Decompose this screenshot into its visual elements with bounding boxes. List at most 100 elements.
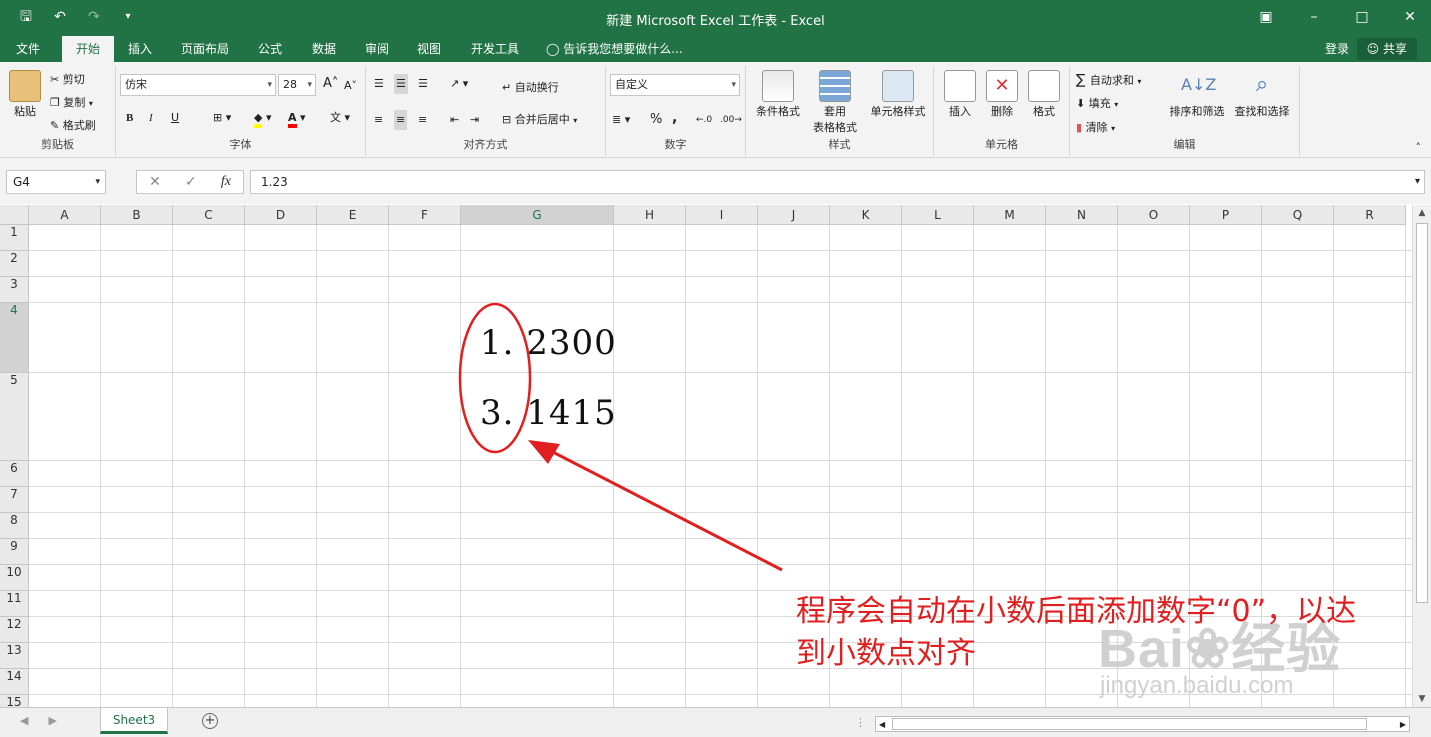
share-button[interactable]: ☺ 共享 <box>1356 38 1417 60</box>
prev-sheet-icon[interactable]: ◀ <box>20 714 28 727</box>
merge-center-button[interactable]: ⊟ 合并后居中 ▾ <box>502 112 577 129</box>
cell-g5[interactable]: 3. 1415 <box>480 393 617 433</box>
insert-cells-button[interactable]: 插入 <box>940 70 980 120</box>
tab-formulas[interactable]: 公式 <box>244 36 296 62</box>
column-header-j[interactable]: J <box>758 205 830 225</box>
horizontal-scroll-thumb[interactable] <box>892 718 1367 730</box>
italic-button[interactable]: I <box>149 110 153 126</box>
formula-input[interactable]: 1.23 ▾ <box>250 170 1425 194</box>
copy-button[interactable]: ❐ 复制 ▾ <box>50 95 93 112</box>
shrink-font-icon[interactable]: A˅ <box>344 78 357 94</box>
align-middle-icon[interactable]: ☰ <box>394 74 408 94</box>
indent-decrease-icon[interactable]: ⇤ <box>450 112 459 128</box>
column-header-d[interactable]: D <box>245 205 317 225</box>
row-header-5[interactable]: 5 <box>0 373 29 461</box>
tell-me-search[interactable]: ◯ 告诉我您想要做什么... <box>546 36 683 62</box>
close-icon[interactable]: ✕ <box>1399 6 1421 28</box>
increase-decimal-icon[interactable]: ←.0 <box>696 112 712 128</box>
percent-button[interactable]: % <box>650 112 662 128</box>
comma-button[interactable]: , <box>672 110 677 126</box>
column-header-g[interactable]: G <box>461 205 614 225</box>
cell-g4[interactable]: 1. 2300 <box>480 323 617 363</box>
format-painter-button[interactable]: ✎ 格式刷 <box>50 118 96 134</box>
column-header-i[interactable]: I <box>686 205 758 225</box>
wrap-text-button[interactable]: ↵ 自动换行 <box>502 80 559 96</box>
tab-file[interactable]: 文件 <box>2 36 54 62</box>
indent-increase-icon[interactable]: ⇥ <box>470 112 479 128</box>
cell-styles-button[interactable]: 单元格样式 <box>866 70 930 120</box>
tab-page-layout[interactable]: 页面布局 <box>167 36 243 62</box>
format-as-table-button[interactable]: 套用 表格格式 <box>808 70 862 136</box>
align-right-icon[interactable]: ≡ <box>418 112 427 128</box>
scroll-down-icon[interactable]: ▼ <box>1413 691 1431 707</box>
accounting-format-icon[interactable]: ≣ ▾ <box>612 112 630 128</box>
fill-color-icon[interactable]: ◆ ▾ <box>254 110 272 128</box>
tab-home[interactable]: 开始 <box>62 36 115 62</box>
phonetic-icon[interactable]: 文 ▾ <box>330 110 350 126</box>
font-name-select[interactable]: 仿宋 ▾ <box>120 74 276 96</box>
find-select-button[interactable]: ⌕ 查找和选择 <box>1230 70 1294 120</box>
tab-insert[interactable]: 插入 <box>114 36 166 62</box>
number-format-select[interactable]: 自定义 ▾ <box>610 74 740 96</box>
cancel-icon[interactable]: ✕ <box>149 174 161 190</box>
vertical-scroll-thumb[interactable] <box>1416 223 1428 603</box>
check-icon[interactable]: ✓ <box>185 174 197 190</box>
collapse-ribbon-icon[interactable]: ˄ <box>1416 140 1422 156</box>
column-header-o[interactable]: O <box>1118 205 1190 225</box>
column-header-a[interactable]: A <box>29 205 101 225</box>
column-header-e[interactable]: E <box>317 205 389 225</box>
name-box[interactable]: G4 ▾ <box>6 170 106 194</box>
align-top-icon[interactable]: ☰ <box>374 76 384 92</box>
column-header-h[interactable]: H <box>614 205 686 225</box>
conditional-format-button[interactable]: 条件格式 <box>750 70 806 120</box>
horizontal-scrollbar[interactable]: ◀ ▶ <box>875 716 1410 732</box>
column-header-b[interactable]: B <box>101 205 173 225</box>
underline-button[interactable]: U <box>171 110 179 126</box>
column-header-k[interactable]: K <box>830 205 902 225</box>
column-header-p[interactable]: P <box>1190 205 1262 225</box>
ribbon-display-icon[interactable]: ▣ <box>1255 6 1277 28</box>
scroll-left-icon[interactable]: ◀ <box>879 717 885 733</box>
column-header-q[interactable]: Q <box>1262 205 1334 225</box>
orientation-icon[interactable]: ↗ ▾ <box>450 76 468 92</box>
column-header-m[interactable]: M <box>974 205 1046 225</box>
tab-split-handle[interactable]: ⋮ <box>855 715 866 731</box>
grow-font-icon[interactable]: A˄ <box>323 76 338 92</box>
tab-view[interactable]: 视图 <box>403 36 455 62</box>
column-header-c[interactable]: C <box>173 205 245 225</box>
clear-button[interactable]: ▮ 清除 ▾ <box>1076 120 1115 137</box>
font-color-icon[interactable]: A ▾ <box>288 110 306 128</box>
minimize-icon[interactable]: – <box>1303 6 1325 28</box>
column-header-r[interactable]: R <box>1334 205 1406 225</box>
tab-data[interactable]: 数据 <box>298 36 350 62</box>
scroll-right-icon[interactable]: ▶ <box>1400 717 1406 733</box>
column-header-l[interactable]: L <box>902 205 974 225</box>
decrease-decimal-icon[interactable]: .00→ <box>720 112 742 128</box>
bold-button[interactable]: B <box>126 110 133 126</box>
borders-icon[interactable]: ⊞ ▾ <box>213 110 231 126</box>
delete-cells-button[interactable]: ✕ 删除 <box>982 70 1022 120</box>
autosum-button[interactable]: ∑ 自动求和 ▾ <box>1076 72 1141 90</box>
insert-function-button[interactable]: fx <box>221 174 231 190</box>
fill-button[interactable]: ⬇ 填充 ▾ <box>1076 96 1118 113</box>
vertical-scrollbar[interactable]: ▲ ▼ <box>1412 205 1431 707</box>
align-bottom-icon[interactable]: ☰ <box>418 76 428 92</box>
paste-button[interactable]: 粘贴 <box>8 70 42 120</box>
next-sheet-icon[interactable]: ▶ <box>48 714 56 727</box>
login-link[interactable]: 登录 <box>1325 36 1349 62</box>
add-sheet-icon[interactable]: + <box>202 713 218 729</box>
maximize-icon[interactable]: □ <box>1351 6 1373 28</box>
row-header-15[interactable]: 15 <box>0 695 29 707</box>
font-size-select[interactable]: 28 ▾ <box>278 74 316 96</box>
scroll-up-icon[interactable]: ▲ <box>1413 205 1431 221</box>
format-cells-button[interactable]: 格式 <box>1024 70 1064 120</box>
column-header-n[interactable]: N <box>1046 205 1118 225</box>
align-left-icon[interactable]: ≡ <box>374 112 383 128</box>
tab-developer[interactable]: 开发工具 <box>457 36 533 62</box>
cut-button[interactable]: ✂ 剪切 <box>50 72 85 88</box>
align-center-icon[interactable]: ≡ <box>394 110 408 130</box>
tab-review[interactable]: 审阅 <box>351 36 403 62</box>
column-header-f[interactable]: F <box>389 205 461 225</box>
sort-filter-button[interactable]: A↓Z 排序和筛选 <box>1166 70 1228 120</box>
sheet-tab-sheet3[interactable]: Sheet3 <box>100 708 168 734</box>
